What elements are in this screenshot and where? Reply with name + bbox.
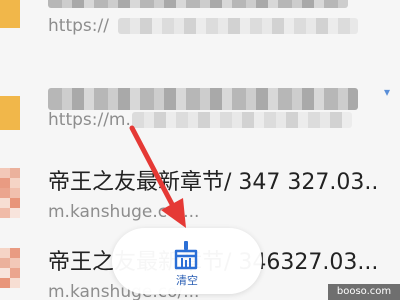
watermark: booso.com [328, 284, 400, 300]
history-item[interactable]: https://m. ▾ [0, 78, 400, 152]
folder-icon [0, 0, 20, 38]
site-favicon [0, 248, 20, 300]
clear-label: 清空 [176, 274, 198, 287]
history-url: m.kanshuge.co/... [48, 202, 200, 222]
obscured-title [48, 0, 348, 8]
chevron-icon: ▾ [384, 85, 391, 99]
obscured-title [48, 88, 358, 110]
history-item[interactable]: 帝王之友最新章节/ 347 327.03... m.kanshuge.co/..… [0, 160, 400, 234]
history-item[interactable]: https:// ▾ [0, 0, 400, 48]
obscured-url [118, 18, 358, 34]
browser-history-screen: https:// ▾ https://m. ▾ 帝王之友最新章节/ 347 32… [0, 0, 400, 300]
clear-history-button[interactable]: 清空 [112, 228, 262, 294]
history-title: 帝王之友最新章节/ 347 327.03... [48, 170, 378, 195]
obscured-url [132, 112, 352, 128]
site-favicon [0, 168, 20, 224]
folder-icon [0, 86, 20, 142]
broom-icon [174, 241, 198, 270]
